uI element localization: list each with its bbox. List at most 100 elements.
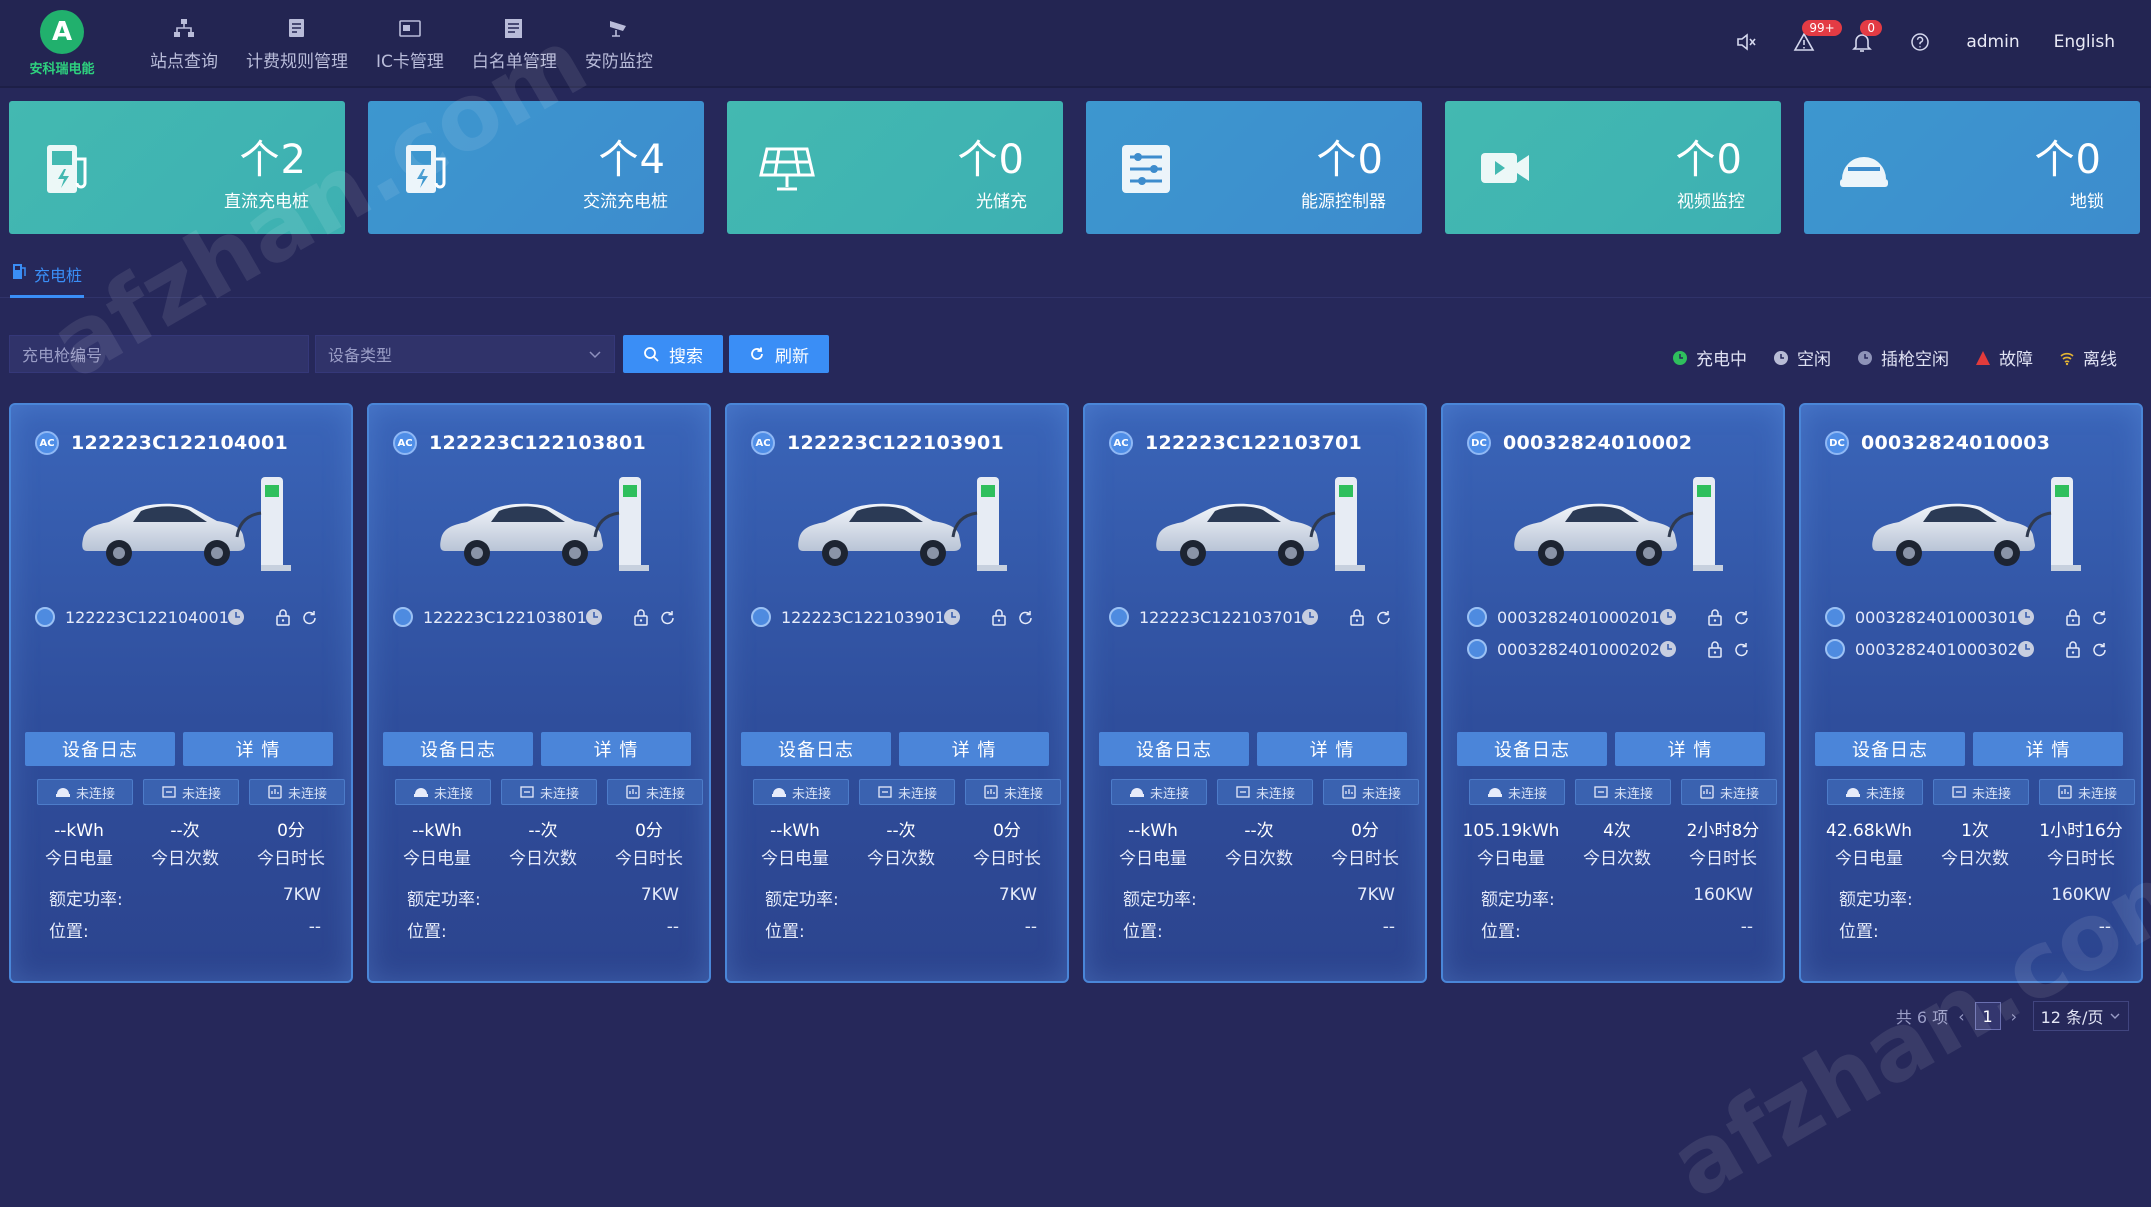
stat-card-1[interactable]: 个4 交流充电桩 [368, 101, 704, 234]
connection-badge: 未连接 [1681, 779, 1777, 805]
today-count: 1次 今日次数 [1922, 817, 2028, 873]
legend-item-4: 离线 [2059, 345, 2117, 370]
rated-power-value: 160KW [2051, 885, 2111, 905]
gun-plug-icon [1825, 607, 1845, 627]
detail-button[interactable]: 详 情 [541, 732, 691, 766]
notification-bell-icon[interactable]: 0 [1850, 20, 1882, 54]
today-metrics: --kWh 今日电量 --次 今日次数 0分 今日时长 [369, 817, 709, 873]
detail-button[interactable]: 详 情 [1257, 732, 1407, 766]
nav-item-2[interactable]: IC卡管理 [376, 10, 444, 80]
device-log-button[interactable]: 设备日志 [1815, 732, 1965, 766]
company-logo[interactable]: A 安科瑞电能 [20, 10, 104, 80]
refresh-icon[interactable] [301, 609, 318, 626]
today-metrics: --kWh 今日电量 --次 今日次数 0分 今日时长 [727, 817, 1067, 873]
refresh-icon[interactable] [659, 609, 676, 626]
lock-icon[interactable] [991, 608, 1007, 626]
nav-item-1[interactable]: 计费规则管理 [246, 10, 348, 80]
gun-plug-icon [393, 607, 413, 627]
connection-status-row: 未连接 未连接 未连接 [753, 779, 1061, 805]
detail-button[interactable]: 详 情 [899, 732, 1049, 766]
charger-type-badge: AC [1109, 431, 1133, 455]
tab-charging-piles[interactable]: 充电桩 [10, 262, 85, 298]
device-log-button[interactable]: 设备日志 [25, 732, 175, 766]
nav-item-4[interactable]: 安防监控 [585, 10, 653, 80]
lock-icon[interactable] [633, 608, 649, 626]
location-label: 位置: [765, 922, 805, 942]
detail-button[interactable]: 详 情 [1615, 732, 1765, 766]
refresh-icon[interactable] [1375, 609, 1392, 626]
detail-button[interactable]: 详 情 [183, 732, 333, 766]
lock-icon[interactable] [1707, 608, 1723, 626]
today-energy-value: 105.19kWh [1462, 821, 1560, 841]
refresh-icon[interactable] [1733, 641, 1750, 658]
scanner-icon [520, 786, 534, 798]
refresh-icon[interactable] [1017, 609, 1034, 626]
gun-row: 0003282401000302 [1825, 633, 2125, 665]
help-icon[interactable] [1908, 30, 1932, 54]
connection-badge: 未连接 [859, 779, 955, 805]
rated-power-row: 额定功率: 7KW [49, 885, 321, 910]
charger-id[interactable]: 122223C122103801 [429, 432, 646, 454]
camera-icon [609, 21, 626, 37]
charger-id[interactable]: 122223C122104001 [71, 432, 288, 454]
page-size-select[interactable]: 12 条/页 [2033, 1001, 2129, 1031]
language-switch[interactable]: English [2054, 32, 2115, 52]
nav-item-3[interactable]: 白名单管理 [472, 10, 557, 80]
device-log-button[interactable]: 设备日志 [741, 732, 891, 766]
lock-icon[interactable] [2065, 640, 2081, 658]
today-energy: 105.19kWh 今日电量 [1458, 817, 1564, 873]
today-energy-value: --kWh [412, 821, 462, 841]
mute-icon[interactable] [1734, 30, 1758, 54]
today-energy-label: 今日电量 [761, 849, 829, 869]
location-value: -- [1740, 917, 1753, 937]
legend-label: 充电中 [1696, 350, 1747, 370]
nav-item-0[interactable]: 站点查询 [150, 10, 218, 80]
stat-card-3[interactable]: 个0 能源控制器 [1086, 101, 1422, 234]
location-row: 位置: -- [1481, 917, 1753, 942]
main-nav: 站点查询 计费规则管理 IC卡管理 白名单管理 安防监控 [150, 10, 681, 80]
refresh-icon [751, 347, 763, 360]
car-charging-illustration [1872, 477, 2081, 571]
device-log-button[interactable]: 设备日志 [383, 732, 533, 766]
lock-icon[interactable] [1707, 640, 1723, 658]
lock-icon[interactable] [275, 608, 291, 626]
idle-status-icon [228, 609, 244, 625]
connection-status: 未连接 [1507, 786, 1547, 802]
today-count-value: 4次 [1603, 821, 1631, 841]
stat-card-2[interactable]: 个0 光储充 [727, 101, 1063, 234]
lock-icon[interactable] [2065, 608, 2081, 626]
prev-page-icon[interactable]: ‹ [1958, 1007, 1964, 1026]
device-log-button[interactable]: 设备日志 [1099, 732, 1249, 766]
refresh-icon[interactable] [2091, 641, 2108, 658]
today-duration-label: 今日时长 [257, 849, 325, 869]
charger-id[interactable]: 122223C122103901 [787, 432, 1004, 454]
refresh-icon[interactable] [1733, 609, 1750, 626]
refresh-button[interactable]: 刷新 [729, 335, 829, 373]
gun-number-input[interactable]: 充电枪编号 [9, 335, 309, 373]
charger-id[interactable]: 00032824010002 [1503, 432, 1692, 454]
stat-count: 0 [998, 137, 1025, 183]
stat-card-5[interactable]: 个0 地锁 [1804, 101, 2140, 234]
charger-id[interactable]: 122223C122103701 [1145, 432, 1362, 454]
next-page-icon[interactable]: › [2011, 1007, 2017, 1026]
search-button[interactable]: 搜索 [623, 335, 723, 373]
stat-card-4[interactable]: 个0 视频监控 [1445, 101, 1781, 234]
connection-status: 未连接 [181, 786, 221, 802]
idle-status-icon [1660, 609, 1676, 625]
connection-status: 未连接 [1719, 786, 1759, 802]
lock-icon[interactable] [1349, 608, 1365, 626]
refresh-icon[interactable] [2091, 609, 2108, 626]
charger-id[interactable]: 00032824010003 [1861, 432, 2050, 454]
charger-card: DC 00032824010003 0003282401000301 00032824… [1799, 403, 2143, 983]
stat-card-0[interactable]: 个2 直流充电桩 [9, 101, 345, 234]
stat-label: 视频监控 [1677, 192, 1745, 212]
meter-icon [1700, 785, 1714, 799]
detail-button[interactable]: 详 情 [1973, 732, 2123, 766]
device-log-button[interactable]: 设备日志 [1457, 732, 1607, 766]
alarm-warning-icon[interactable]: 99+ [1792, 20, 1842, 54]
user-menu[interactable]: admin [1966, 32, 2019, 52]
page-number[interactable]: 1 [1974, 1002, 2001, 1030]
today-count: --次 今日次数 [490, 817, 596, 873]
device-type-select[interactable]: 设备类型 [315, 335, 615, 373]
today-duration: 1小时16分 今日时长 [2028, 817, 2134, 873]
